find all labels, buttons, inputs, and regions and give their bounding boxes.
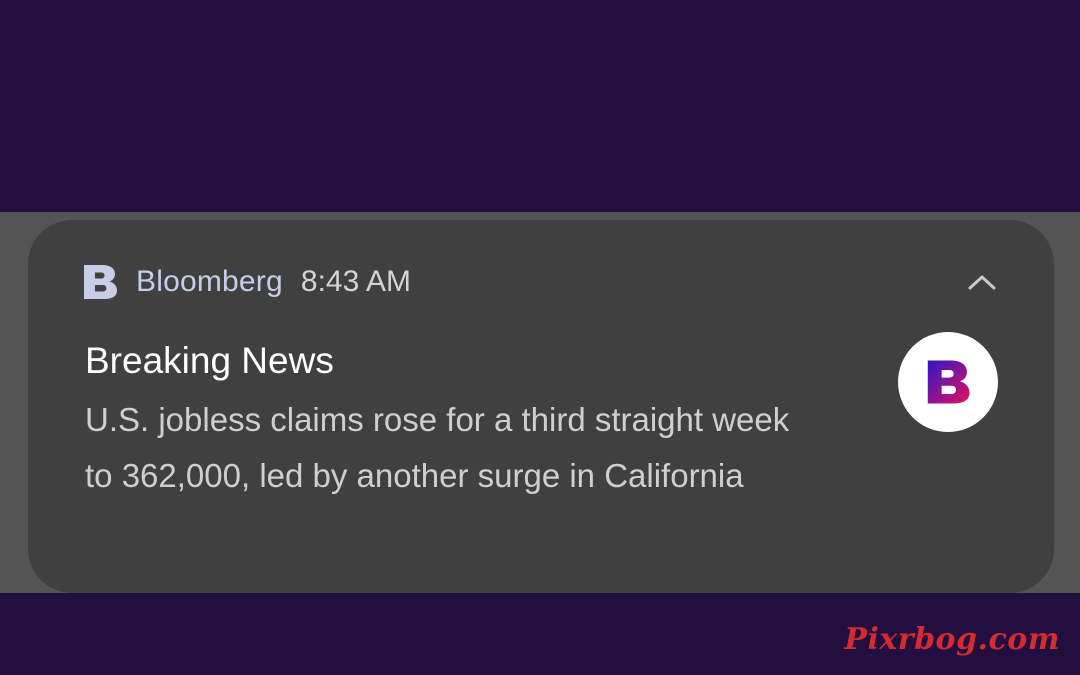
app-name: Bloomberg xyxy=(136,265,283,298)
notification-body: U.S. jobless claims rose for a third str… xyxy=(85,401,790,494)
bloomberg-b-logo xyxy=(927,360,970,404)
collapse-button[interactable] xyxy=(962,262,1002,302)
notification-header: Bloomberg 8:43 AM xyxy=(82,262,411,302)
notification-time: 8:43 AM xyxy=(300,265,411,298)
screen: Bloomberg 8:43 AM Breaking News U.S. job… xyxy=(0,0,1080,675)
notification-card[interactable]: Bloomberg 8:43 AM Breaking News U.S. job… xyxy=(28,220,1054,593)
notification-title: Breaking News xyxy=(85,340,334,381)
watermark: Pixrbog.com xyxy=(844,622,1060,657)
bloomberg-b-icon xyxy=(82,262,118,302)
bloomberg-avatar xyxy=(898,332,998,432)
chevron-up-icon xyxy=(968,275,996,290)
